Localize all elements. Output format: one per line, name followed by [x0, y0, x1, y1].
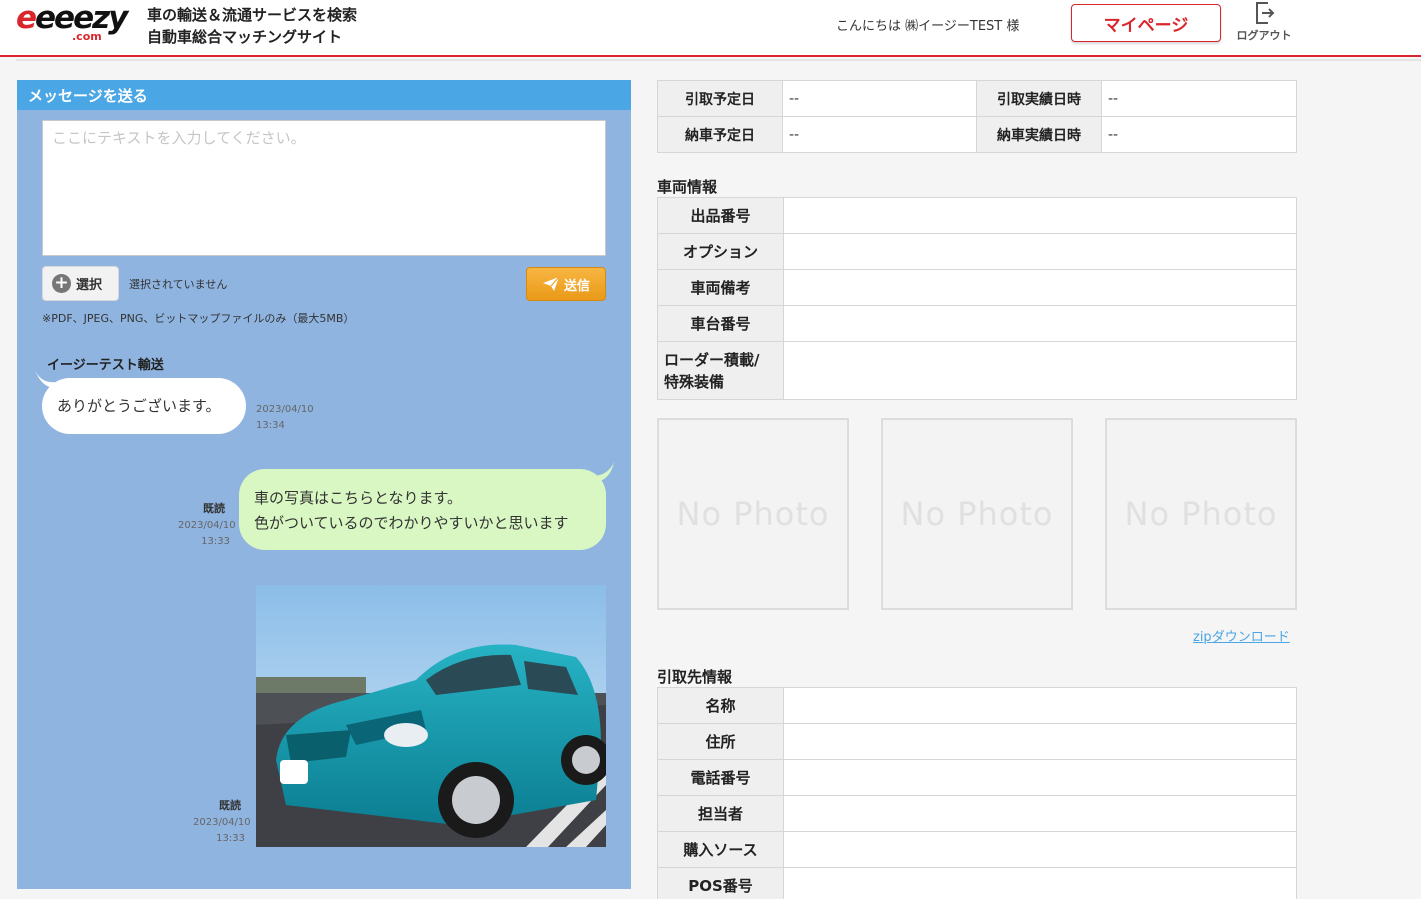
- delivery-actual-label: 納車実績日時: [976, 116, 1102, 153]
- message-bubble-received: ありがとうございます。: [42, 378, 246, 434]
- address-label: 住所: [657, 723, 784, 760]
- contact-person-label: 担当者: [657, 795, 784, 832]
- eeezy-logo[interactable]: eeeezy .com: [16, 0, 128, 44]
- photo-placeholder-2[interactable]: No Photo: [881, 418, 1073, 610]
- table-row: POS番号: [657, 867, 1297, 899]
- table-row: 住所: [657, 723, 1297, 760]
- table-row: 納車予定日 -- 納車実績日時 --: [657, 116, 1297, 153]
- dates-table: 引取予定日 -- 引取実績日時 -- 納車予定日 -- 納車実績日時 --: [657, 80, 1297, 153]
- message-timestamp: 2023/04/10 13:34: [256, 404, 314, 431]
- table-row: 購入ソース: [657, 831, 1297, 868]
- table-row: ローダー積載/特殊装備: [657, 341, 1297, 400]
- plus-icon: +: [52, 274, 71, 293]
- read-status: 既読: [203, 502, 225, 515]
- table-row: 担当者: [657, 795, 1297, 832]
- logo-com: .com: [72, 30, 102, 43]
- table-row: オプション: [657, 233, 1297, 270]
- tagline-line2: 自動車総合マッチングサイト: [147, 28, 343, 46]
- delivery-actual-value: --: [1101, 116, 1297, 153]
- pickup-info-title: 引取先情報: [657, 668, 733, 686]
- message-timestamp: 2023/04/10 13:33: [193, 817, 251, 844]
- mypage-button[interactable]: マイページ: [1071, 4, 1221, 42]
- table-row: 車台番号: [657, 305, 1297, 342]
- vehicle-info-table: 出品番号 オプション 車両備考 車台番号 ローダー積載/特殊装備: [657, 197, 1297, 400]
- logout-button[interactable]: ログアウト: [1232, 0, 1296, 44]
- paper-plane-icon: [542, 276, 560, 291]
- address-value: [783, 723, 1297, 760]
- chassis-number-value: [783, 305, 1297, 342]
- lot-number-value: [783, 197, 1297, 234]
- lot-number-label: 出品番号: [657, 197, 784, 234]
- send-label: 送信: [563, 278, 590, 294]
- header-divider: [16, 59, 1421, 61]
- table-row: 名称: [657, 687, 1297, 724]
- message-bubble-sent: 車の写真はこちらとなります。 色がついているのでわかりやすいかと思います: [239, 469, 606, 550]
- file-select-button[interactable]: + 選択: [42, 266, 119, 301]
- loader-equipment-label: ローダー積載/特殊装備: [657, 341, 784, 400]
- delivery-planned-value: --: [782, 116, 977, 153]
- car-photo[interactable]: [256, 585, 606, 847]
- tagline-line1: 車の輸送＆流通サービスを検索: [147, 6, 358, 24]
- table-row: 車両備考: [657, 269, 1297, 306]
- pickup-actual-label: 引取実績日時: [976, 80, 1102, 117]
- vehicle-remarks-value: [783, 269, 1297, 306]
- purchase-source-value: [783, 831, 1297, 868]
- message-panel-title: メッセージを送る: [17, 80, 631, 110]
- photo-placeholder-1[interactable]: No Photo: [657, 418, 849, 610]
- pos-number-value: [783, 867, 1297, 899]
- pickup-planned-value: --: [782, 80, 977, 117]
- logout-label: ログアウト: [1236, 29, 1292, 42]
- phone-value: [783, 759, 1297, 796]
- no-file-selected: 選択されていません: [129, 278, 228, 291]
- site-tagline: 車の輸送＆流通サービスを検索 自動車総合マッチングサイト: [147, 4, 357, 48]
- send-button[interactable]: 送信: [526, 267, 606, 301]
- loader-equipment-value: [783, 341, 1297, 400]
- site-header: eeeezy .com 車の輸送＆流通サービスを検索 自動車総合マッチングサイト…: [0, 0, 1421, 57]
- contact-person-value: [783, 795, 1297, 832]
- option-label: オプション: [657, 233, 784, 270]
- name-label: 名称: [657, 687, 784, 724]
- pickup-info-table: 名称 住所 電話番号 担当者 購入ソース POS番号: [657, 687, 1297, 899]
- message-input[interactable]: [42, 120, 606, 256]
- message-timestamp: 2023/04/10 13:33: [178, 520, 236, 547]
- vehicle-info-title: 車両情報: [657, 178, 718, 196]
- option-value: [783, 233, 1297, 270]
- zip-download-link[interactable]: zipダウンロード: [1193, 626, 1290, 645]
- vehicle-remarks-label: 車両備考: [657, 269, 784, 306]
- photo-placeholder-3[interactable]: No Photo: [1105, 418, 1297, 610]
- logo-text-prefix: e: [16, 0, 37, 36]
- message-panel: メッセージを送る + 選択 選択されていません 送信 ※PDF、JPEG、PNG…: [17, 80, 631, 889]
- purchase-source-label: 購入ソース: [657, 831, 784, 868]
- read-status: 既読: [219, 799, 241, 812]
- message-sender-name: イージーテスト輸送: [47, 358, 164, 373]
- logout-icon: [1256, 2, 1275, 24]
- delivery-planned-label: 納車予定日: [657, 116, 783, 153]
- phone-label: 電話番号: [657, 759, 784, 796]
- pickup-actual-value: --: [1101, 80, 1297, 117]
- table-row: 電話番号: [657, 759, 1297, 796]
- user-greeting: こんにちは ㈱イージーTEST 様: [836, 19, 1020, 34]
- chassis-number-label: 車台番号: [657, 305, 784, 342]
- file-select-label: 選択: [76, 278, 103, 293]
- table-row: 出品番号: [657, 197, 1297, 234]
- table-row: 引取予定日 -- 引取実績日時 --: [657, 80, 1297, 117]
- name-value: [783, 687, 1297, 724]
- file-type-note: ※PDF、JPEG、PNG、ビットマップファイルのみ（最大5MB）: [42, 312, 355, 325]
- pos-number-label: POS番号: [657, 867, 784, 899]
- pickup-planned-label: 引取予定日: [657, 80, 783, 117]
